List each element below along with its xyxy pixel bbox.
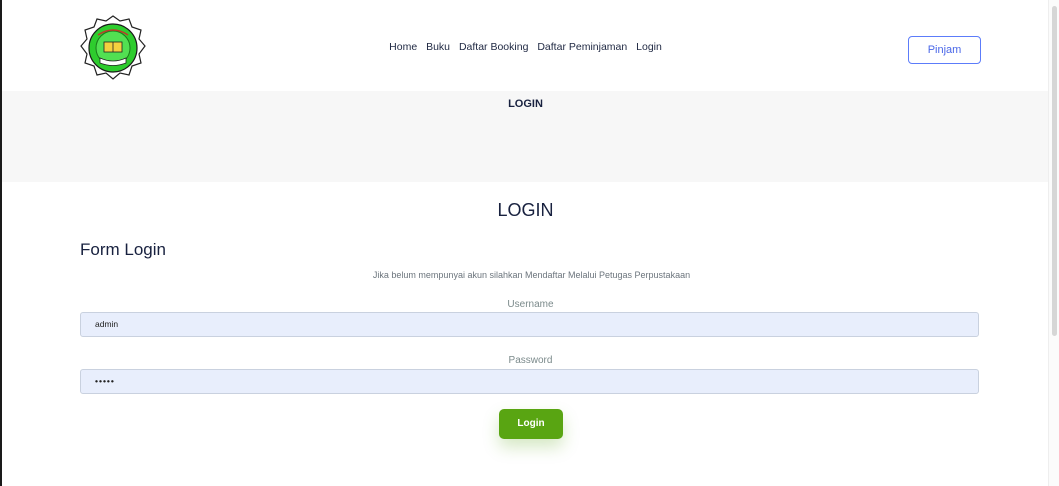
banner-title: LOGIN [508, 98, 543, 110]
password-label: Password [508, 355, 553, 366]
main-nav: Home Buku Daftar Booking Daftar Peminjam… [2, 41, 1049, 53]
nav-buku[interactable]: Buku [426, 41, 450, 53]
site-header: Home Buku Daftar Booking Daftar Peminjam… [2, 0, 1049, 91]
pinjam-button[interactable]: Pinjam [908, 36, 981, 64]
login-button[interactable]: Login [499, 409, 563, 439]
registration-info-text: Jika belum mempunyai akun silahkan Menda… [372, 270, 691, 280]
nav-home[interactable]: Home [389, 41, 417, 53]
username-label: Username [507, 299, 554, 310]
username-field[interactable]: admin [80, 312, 979, 337]
page-banner: LOGIN [2, 91, 1049, 182]
nav-daftar-peminjaman[interactable]: Daftar Peminjaman [537, 41, 627, 53]
section-heading: LOGIN [497, 200, 554, 220]
nav-daftar-booking[interactable]: Daftar Booking [459, 41, 528, 53]
form-title: Form Login [80, 240, 166, 259]
scrollbar-thumb[interactable] [1052, 6, 1057, 336]
vertical-scrollbar[interactable] [1048, 0, 1059, 486]
nav-login[interactable]: Login [636, 41, 662, 53]
password-field[interactable]: ••••• [80, 369, 979, 394]
